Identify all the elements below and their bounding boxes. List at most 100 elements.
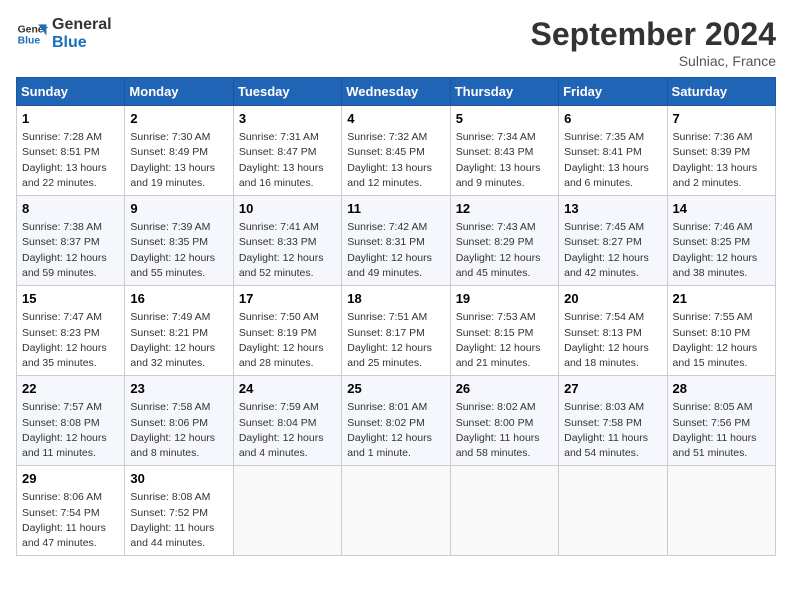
calendar-cell: 29 Sunrise: 8:06 AMSunset: 7:54 PMDayligh… (17, 466, 125, 556)
day-info: Sunrise: 7:39 AMSunset: 8:35 PMDaylight:… (130, 220, 227, 281)
day-number: 2 (130, 110, 227, 128)
calendar-cell: 15 Sunrise: 7:47 AMSunset: 8:23 PMDayligh… (17, 286, 125, 376)
calendar-week-row: 22Sunrise: 7:57 AMSunset: 8:08 PMDayligh… (17, 376, 776, 466)
calendar-day-header: Sunday (17, 78, 125, 106)
day-info: Sunrise: 7:45 AMSunset: 8:27 PMDaylight:… (564, 220, 661, 281)
calendar-cell: 25 Sunrise: 8:01 AMSunset: 8:02 PMDayligh… (342, 376, 450, 466)
day-number: 28 (673, 380, 770, 398)
calendar-cell: 28 Sunrise: 8:05 AMSunset: 7:56 PMDayligh… (667, 376, 775, 466)
day-info: Sunrise: 7:46 AMSunset: 8:25 PMDaylight:… (673, 220, 770, 281)
calendar-cell: 10 Sunrise: 7:41 AMSunset: 8:33 PMDayligh… (233, 196, 341, 286)
day-info: Sunrise: 8:08 AMSunset: 7:52 PMDaylight:… (130, 490, 227, 551)
calendar-cell: 12Sunrise: 7:43 AMSunset: 8:29 PMDayligh… (450, 196, 558, 286)
calendar-cell: 17Sunrise: 7:50 AMSunset: 8:19 PMDayligh… (233, 286, 341, 376)
calendar-week-row: 1 Sunrise: 7:28 AMSunset: 8:51 PMDaylight… (17, 106, 776, 196)
day-number: 11 (347, 200, 444, 218)
calendar-table: SundayMondayTuesdayWednesdayThursdayFrid… (16, 77, 776, 556)
day-info: Sunrise: 7:54 AMSunset: 8:13 PMDaylight:… (564, 310, 661, 371)
day-info: Sunrise: 8:05 AMSunset: 7:56 PMDaylight:… (673, 400, 770, 461)
calendar-cell: 20Sunrise: 7:54 AMSunset: 8:13 PMDayligh… (559, 286, 667, 376)
day-info: Sunrise: 8:02 AMSunset: 8:00 PMDaylight:… (456, 400, 553, 461)
day-info: Sunrise: 7:34 AMSunset: 8:43 PMDaylight:… (456, 130, 553, 191)
calendar-cell: 18 Sunrise: 7:51 AMSunset: 8:17 PMDayligh… (342, 286, 450, 376)
day-info: Sunrise: 7:42 AMSunset: 8:31 PMDaylight:… (347, 220, 444, 281)
day-number: 14 (673, 200, 770, 218)
day-info: Sunrise: 7:38 AMSunset: 8:37 PMDaylight:… (22, 220, 119, 281)
calendar-cell: 7 Sunrise: 7:36 AMSunset: 8:39 PMDaylight… (667, 106, 775, 196)
calendar-cell: 19Sunrise: 7:53 AMSunset: 8:15 PMDayligh… (450, 286, 558, 376)
day-number: 17 (239, 290, 336, 308)
day-number: 10 (239, 200, 336, 218)
calendar-week-row: 29 Sunrise: 8:06 AMSunset: 7:54 PMDayligh… (17, 466, 776, 556)
calendar-cell: 27 Sunrise: 8:03 AMSunset: 7:58 PMDayligh… (559, 376, 667, 466)
calendar-day-header: Thursday (450, 78, 558, 106)
day-number: 26 (456, 380, 553, 398)
day-info: Sunrise: 8:03 AMSunset: 7:58 PMDaylight:… (564, 400, 661, 461)
day-number: 16 (130, 290, 227, 308)
day-number: 18 (347, 290, 444, 308)
calendar-cell: 24 Sunrise: 7:59 AMSunset: 8:04 PMDayligh… (233, 376, 341, 466)
day-info: Sunrise: 7:47 AMSunset: 8:23 PMDaylight:… (22, 310, 119, 371)
day-info: Sunrise: 7:51 AMSunset: 8:17 PMDaylight:… (347, 310, 444, 371)
day-info: Sunrise: 7:32 AMSunset: 8:45 PMDaylight:… (347, 130, 444, 191)
day-number: 23 (130, 380, 227, 398)
calendar-cell: 22Sunrise: 7:57 AMSunset: 8:08 PMDayligh… (17, 376, 125, 466)
calendar-cell: 26 Sunrise: 8:02 AMSunset: 8:00 PMDayligh… (450, 376, 558, 466)
day-info: Sunrise: 7:43 AMSunset: 8:29 PMDaylight:… (456, 220, 553, 281)
day-number: 27 (564, 380, 661, 398)
day-number: 4 (347, 110, 444, 128)
calendar-week-row: 15 Sunrise: 7:47 AMSunset: 8:23 PMDayligh… (17, 286, 776, 376)
day-info: Sunrise: 8:06 AMSunset: 7:54 PMDaylight:… (22, 490, 119, 551)
day-info: Sunrise: 8:01 AMSunset: 8:02 PMDaylight:… (347, 400, 444, 461)
calendar-cell: 6Sunrise: 7:35 AMSunset: 8:41 PMDaylight… (559, 106, 667, 196)
day-info: Sunrise: 7:36 AMSunset: 8:39 PMDaylight:… (673, 130, 770, 191)
day-info: Sunrise: 7:30 AMSunset: 8:49 PMDaylight:… (130, 130, 227, 191)
day-number: 1 (22, 110, 119, 128)
day-number: 7 (673, 110, 770, 128)
logo-text: General (52, 16, 112, 34)
calendar-cell: 30Sunrise: 8:08 AMSunset: 7:52 PMDayligh… (125, 466, 233, 556)
calendar-cell: 5 Sunrise: 7:34 AMSunset: 8:43 PMDaylight… (450, 106, 558, 196)
calendar-cell: 21 Sunrise: 7:55 AMSunset: 8:10 PMDayligh… (667, 286, 775, 376)
calendar-cell: 1 Sunrise: 7:28 AMSunset: 8:51 PMDaylight… (17, 106, 125, 196)
day-number: 5 (456, 110, 553, 128)
day-number: 9 (130, 200, 227, 218)
calendar-cell (667, 466, 775, 556)
logo-icon: General Blue (16, 18, 48, 50)
calendar-day-header: Wednesday (342, 78, 450, 106)
day-info: Sunrise: 7:55 AMSunset: 8:10 PMDaylight:… (673, 310, 770, 371)
day-info: Sunrise: 7:49 AMSunset: 8:21 PMDaylight:… (130, 310, 227, 371)
calendar-cell: 2 Sunrise: 7:30 AMSunset: 8:49 PMDaylight… (125, 106, 233, 196)
calendar-cell: 13 Sunrise: 7:45 AMSunset: 8:27 PMDayligh… (559, 196, 667, 286)
calendar-cell: 14 Sunrise: 7:46 AMSunset: 8:25 PMDayligh… (667, 196, 775, 286)
day-info: Sunrise: 7:57 AMSunset: 8:08 PMDaylight:… (22, 400, 119, 461)
day-number: 29 (22, 470, 119, 488)
day-info: Sunrise: 7:28 AMSunset: 8:51 PMDaylight:… (22, 130, 119, 191)
day-info: Sunrise: 7:59 AMSunset: 8:04 PMDaylight:… (239, 400, 336, 461)
calendar-day-header: Tuesday (233, 78, 341, 106)
calendar-cell: 11 Sunrise: 7:42 AMSunset: 8:31 PMDayligh… (342, 196, 450, 286)
calendar-header-row: SundayMondayTuesdayWednesdayThursdayFrid… (17, 78, 776, 106)
calendar-day-header: Monday (125, 78, 233, 106)
logo: General Blue General Blue (16, 16, 112, 51)
day-info: Sunrise: 7:41 AMSunset: 8:33 PMDaylight:… (239, 220, 336, 281)
calendar-cell (233, 466, 341, 556)
day-number: 13 (564, 200, 661, 218)
day-number: 19 (456, 290, 553, 308)
day-number: 24 (239, 380, 336, 398)
calendar-cell: 16 Sunrise: 7:49 AMSunset: 8:21 PMDayligh… (125, 286, 233, 376)
month-title: September 2024 (531, 16, 776, 53)
calendar-cell (450, 466, 558, 556)
calendar-cell (559, 466, 667, 556)
day-number: 25 (347, 380, 444, 398)
calendar-cell: 3Sunrise: 7:31 AMSunset: 8:47 PMDaylight… (233, 106, 341, 196)
day-number: 21 (673, 290, 770, 308)
calendar-day-header: Friday (559, 78, 667, 106)
calendar-cell: 8Sunrise: 7:38 AMSunset: 8:37 PMDaylight… (17, 196, 125, 286)
logo-text-blue: Blue (52, 34, 112, 52)
day-info: Sunrise: 7:58 AMSunset: 8:06 PMDaylight:… (130, 400, 227, 461)
day-number: 15 (22, 290, 119, 308)
day-info: Sunrise: 7:35 AMSunset: 8:41 PMDaylight:… (564, 130, 661, 191)
page-header: General Blue General Blue September 2024… (16, 16, 776, 69)
calendar-cell: 23 Sunrise: 7:58 AMSunset: 8:06 PMDayligh… (125, 376, 233, 466)
